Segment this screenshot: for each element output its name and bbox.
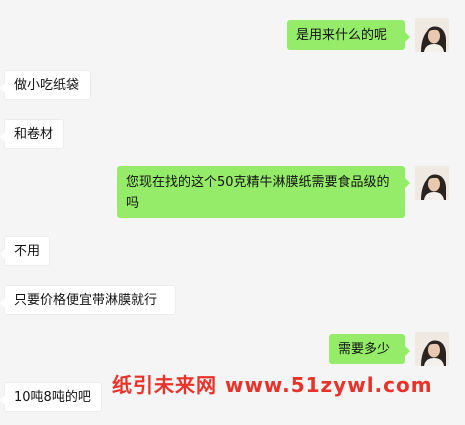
avatar[interactable] xyxy=(415,18,449,52)
message-bubble-incoming[interactable]: 和卷材 xyxy=(0,119,64,149)
message-bubble-outgoing[interactable]: 需要多少 xyxy=(329,334,410,364)
message-text: 只要价格便宜带淋膜就行 xyxy=(14,292,158,308)
avatar[interactable] xyxy=(415,166,449,200)
message-bubble-incoming[interactable]: 10吨8吨的吧 xyxy=(0,382,102,412)
message-text: 做小吃纸袋 xyxy=(14,77,80,93)
message-bubble-incoming[interactable]: 只要价格便宜带淋膜就行 xyxy=(0,285,176,315)
message-text: 和卷材 xyxy=(14,126,54,142)
user-avatar-icon xyxy=(415,166,449,200)
user-avatar-icon xyxy=(415,18,449,52)
message-text: 不用 xyxy=(14,243,41,259)
message-bubble-outgoing[interactable]: 您现在找的这个50克精牛淋膜纸需要食品级的吗 xyxy=(117,166,410,218)
message-text: 您现在找的这个50克精牛淋膜纸需要食品级的吗 xyxy=(126,175,390,211)
avatar[interactable] xyxy=(415,332,449,366)
chat-window: 是用来什么的呢 做小吃纸袋 和卷材 您现在找的这个50克精牛淋膜纸需要食品级的吗… xyxy=(0,0,465,425)
message-text: 10吨8吨的吧 xyxy=(14,389,91,405)
message-bubble-outgoing[interactable]: 是用来什么的呢 xyxy=(287,20,410,50)
message-text: 是用来什么的呢 xyxy=(296,27,388,43)
user-avatar-icon xyxy=(415,332,449,366)
watermark: 纸引未来网 www.51zywl.com xyxy=(112,373,433,397)
message-bubble-incoming[interactable]: 不用 xyxy=(0,236,50,266)
message-text: 需要多少 xyxy=(338,341,391,357)
message-bubble-incoming[interactable]: 做小吃纸袋 xyxy=(0,70,91,100)
